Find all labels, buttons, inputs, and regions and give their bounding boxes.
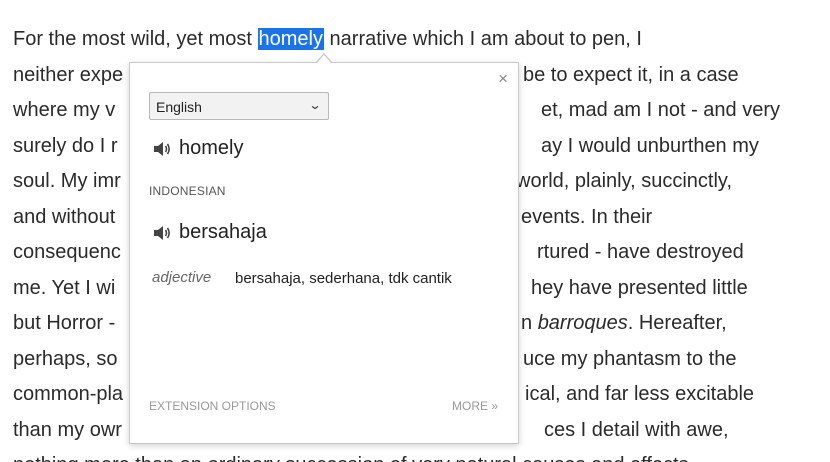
article-text-segment: uce my phantasm to the (523, 347, 737, 370)
article-italic-word: barroques (537, 312, 628, 334)
article-line: nothing more than an ordinary succession… (13, 448, 828, 462)
popup-caret-fill (316, 55, 332, 64)
speaker-icon[interactable] (152, 223, 174, 243)
article-text-segment: be to expect it, in a case (523, 63, 739, 86)
definitions: bersahaja, sederhana, tdk cantik (235, 270, 452, 287)
article-text-segment: n barroques. Hereafter, (521, 306, 727, 342)
close-icon[interactable]: × (498, 69, 508, 89)
article-text-segment: n (521, 312, 538, 334)
article-text-segment: For the most wild, yet most (13, 28, 258, 50)
article-text-segment: narrative which I am about to pen, I (324, 28, 642, 50)
article-text-segment: rtured - have destroyed (537, 241, 744, 263)
article-text-segment: surely do I r (13, 134, 118, 157)
article-text-segment: ces I detail with awe, (544, 418, 729, 441)
article-text-segment: events. In their (521, 205, 653, 228)
article-text-segment: et, mad am I not - and very (541, 99, 780, 121)
selected-word[interactable]: homely (257, 28, 324, 50)
article-line: For the most wild, yet most homely narra… (13, 22, 828, 58)
article-text-segment: soul. My imr (13, 170, 121, 192)
translated-word: bersahaja (179, 221, 267, 243)
article-text-segment: and without (13, 205, 116, 228)
speaker-icon[interactable] (152, 139, 174, 159)
article-text-segment: world, plainly, succinctly, (516, 170, 732, 192)
extension-options-link[interactable]: EXTENSION OPTIONS (149, 399, 276, 413)
article-text-segment: perhaps, so (13, 347, 118, 370)
part-of-speech: adjective (152, 269, 212, 286)
language-select-value: English (156, 99, 202, 115)
article-text-segment: ay I would unburthen my (541, 134, 759, 157)
translated-word-row: bersahaja (152, 221, 267, 244)
chevron-down-icon: ⌄ (308, 98, 322, 112)
translation-popup: × English ⌄ homely INDONESIAN bersahaja … (129, 53, 519, 444)
article-text-segment: me. Yet I wi (13, 276, 116, 299)
article-text-segment: common-pla (13, 383, 124, 405)
article-text-segment: . Hereafter, (627, 312, 727, 334)
article-text-segment: ical, and far less excitable (525, 383, 755, 405)
source-word: homely (179, 137, 244, 159)
target-language-label: INDONESIAN (149, 184, 226, 198)
article-text-segment: nothing more than an ordinary succession… (13, 454, 694, 462)
article-text-segment: where my v (13, 99, 116, 121)
article-text-segment: but Horror - (13, 312, 116, 334)
article-text-segment: consequenc (13, 241, 121, 263)
more-link[interactable]: MORE » (452, 399, 498, 413)
source-word-row: homely (152, 137, 243, 160)
article-text-segment: than my owr (13, 418, 122, 441)
article-text-segment: neither expe (13, 63, 124, 86)
language-select[interactable]: English ⌄ (149, 92, 329, 120)
article-text-segment: hey have presented little (531, 276, 748, 299)
